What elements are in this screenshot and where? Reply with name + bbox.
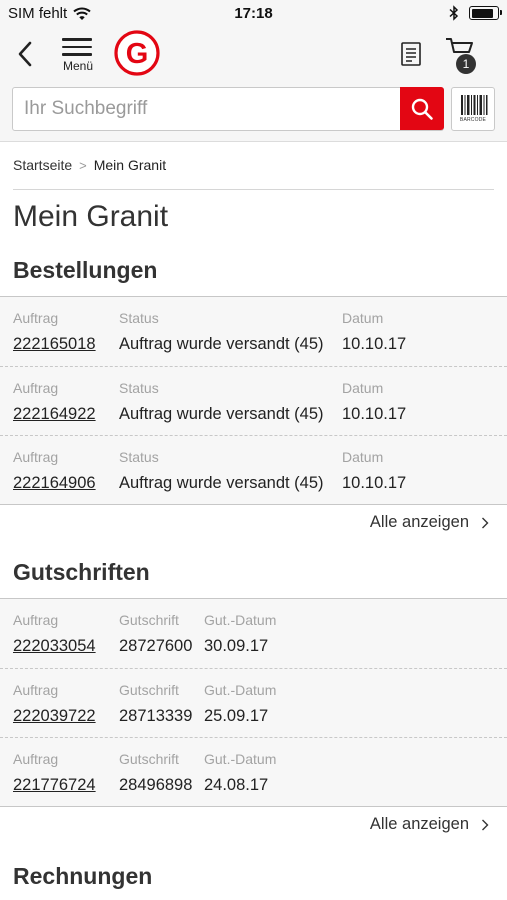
credits-table: Auftrag Gutschrift Gut.-Datum 222033054 … — [0, 598, 507, 807]
page-title: Mein Granit — [13, 200, 169, 233]
col-label-datum: Datum — [342, 380, 384, 396]
status-bar: SIM fehlt 17:18 — [0, 0, 507, 28]
orders-table: Auftrag Status Datum 222165018 Auftrag w… — [0, 296, 507, 505]
logo-letter: G — [126, 38, 149, 70]
chevron-right-icon: > — [79, 157, 87, 173]
col-label-gutschrift: Gutschrift — [119, 751, 179, 767]
credit-order-link[interactable]: 222033054 — [13, 637, 96, 656]
order-row: Auftrag Status Datum 222165018 Auftrag w… — [0, 297, 507, 366]
col-label-auftrag: Auftrag — [13, 310, 59, 326]
col-label-auftrag: Auftrag — [13, 682, 59, 698]
col-label-datum: Datum — [342, 310, 384, 326]
credit-order-link[interactable]: 222039722 — [13, 707, 96, 726]
breadcrumb: Startseite > Mein Granit — [13, 157, 166, 173]
order-number-link[interactable]: 222164906 — [13, 474, 96, 493]
clock: 17:18 — [234, 5, 273, 22]
search-button[interactable] — [400, 87, 444, 130]
credit-row: Auftrag Gutschrift Gut.-Datum 222039722 … — [0, 668, 507, 737]
col-label-auftrag: Auftrag — [13, 751, 59, 767]
col-label-datum: Datum — [342, 449, 384, 465]
cart-button[interactable]: 1 — [444, 36, 480, 74]
show-all-label: Alle anzeigen — [369, 513, 469, 531]
col-label-gutschrift: Gutschrift — [119, 612, 179, 628]
order-status: Auftrag wurde versandt (45) — [119, 335, 324, 353]
barcode-caption: BARCODE — [459, 117, 487, 123]
breadcrumb-home-link[interactable]: Startseite — [13, 157, 72, 173]
battery-level — [471, 8, 494, 18]
credits-show-all-link[interactable]: Alle anzeigen — [370, 815, 489, 834]
cart-count-badge: 1 — [456, 54, 476, 74]
chevron-right-icon — [482, 517, 489, 528]
credit-row: Auftrag Gutschrift Gut.-Datum 222033054 … — [0, 599, 507, 668]
credit-date: 30.09.17 — [204, 637, 269, 655]
divider — [13, 189, 494, 190]
list-icon — [401, 42, 421, 66]
order-number-link[interactable]: 222164922 — [13, 405, 96, 424]
col-label-gut-datum: Gut.-Datum — [204, 612, 277, 628]
menu-button[interactable]: Menü — [58, 36, 98, 73]
credit-order-link[interactable]: 221776724 — [13, 776, 96, 795]
col-label-gutschrift: Gutschrift — [119, 682, 179, 698]
invoices-section-title: Rechnungen — [13, 863, 153, 889]
col-label-auftrag: Auftrag — [13, 612, 59, 628]
order-row: Auftrag Status Datum 222164922 Auftrag w… — [0, 366, 507, 435]
col-label-status: Status — [119, 380, 159, 396]
order-row: Auftrag Status Datum 222164906 Auftrag w… — [0, 435, 507, 504]
back-button[interactable] — [10, 36, 40, 72]
search-bar — [12, 87, 444, 131]
credit-number: 28496898 — [119, 776, 193, 794]
col-label-auftrag: Auftrag — [13, 449, 59, 465]
credit-date: 24.08.17 — [204, 776, 269, 794]
col-label-status: Status — [119, 310, 159, 326]
search-input[interactable] — [13, 88, 401, 129]
credits-section-title: Gutschriften — [13, 559, 150, 585]
col-label-status: Status — [119, 449, 159, 465]
granit-logo[interactable]: G — [114, 30, 160, 76]
order-number-link[interactable]: 222165018 — [13, 335, 96, 354]
orders-show-all-link[interactable]: Alle anzeigen — [370, 513, 489, 532]
credit-number: 28713339 — [119, 707, 193, 725]
credit-date: 25.09.17 — [204, 707, 269, 725]
status-right — [449, 5, 502, 21]
search-icon — [411, 98, 433, 120]
show-all-label: Alle anzeigen — [369, 815, 469, 833]
col-label-auftrag: Auftrag — [13, 380, 59, 396]
chevron-right-icon — [482, 819, 489, 830]
battery-icon — [469, 6, 502, 20]
menu-label: Menü — [62, 59, 94, 73]
order-date: 10.10.17 — [342, 405, 407, 423]
credit-row: Auftrag Gutschrift Gut.-Datum 221776724 … — [0, 737, 507, 806]
credit-number: 28727600 — [119, 637, 193, 655]
barcode-scan-button[interactable]: BARCODE — [451, 87, 495, 131]
order-status: Auftrag wurde versandt (45) — [119, 405, 324, 423]
logo-mark: G — [114, 30, 160, 76]
col-label-gut-datum: Gut.-Datum — [204, 682, 277, 698]
col-label-gut-datum: Gut.-Datum — [204, 751, 277, 767]
order-date: 10.10.17 — [342, 335, 407, 353]
bluetooth-icon — [449, 5, 459, 21]
app-header: Menü G 1 Ihr Suchbegriff BARCODE — [0, 28, 507, 142]
orders-section-title: Bestellungen — [13, 257, 158, 283]
chevron-left-icon — [18, 41, 32, 67]
hamburger-icon — [62, 38, 92, 61]
order-status: Auftrag wurde versandt (45) — [119, 474, 324, 492]
breadcrumb-current: Mein Granit — [93, 157, 167, 173]
order-date: 10.10.17 — [342, 474, 407, 492]
shopping-list-button[interactable] — [399, 40, 425, 68]
